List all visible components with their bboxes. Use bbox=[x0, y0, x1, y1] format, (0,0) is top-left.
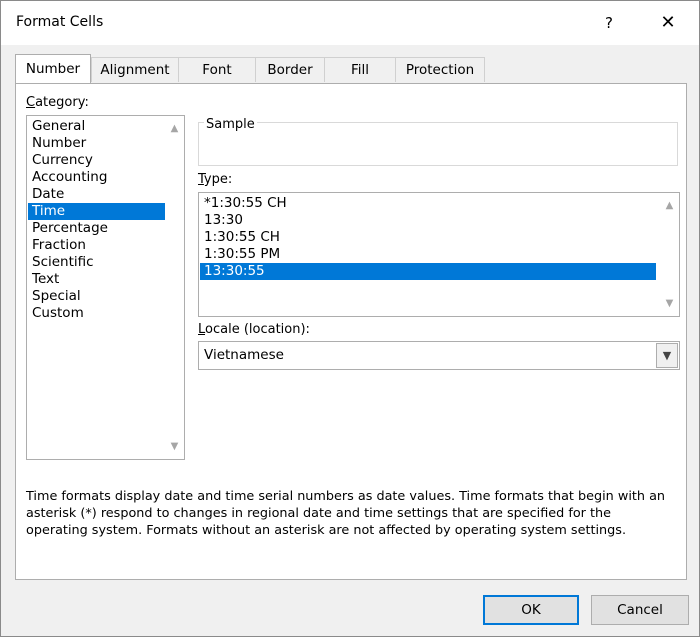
ok-button[interactable]: OK bbox=[483, 595, 579, 625]
locale-dropdown[interactable]: Vietnamese ▼ bbox=[198, 341, 680, 370]
sample-group bbox=[198, 122, 678, 166]
scroll-down-arrow-icon[interactable]: ▼ bbox=[661, 295, 678, 312]
category-item-date[interactable]: Date bbox=[28, 186, 165, 203]
category-item-special[interactable]: Special bbox=[28, 288, 165, 305]
help-button[interactable]: ? bbox=[593, 9, 625, 37]
type-item-selected[interactable]: 13:30:55 bbox=[200, 263, 656, 280]
category-item-text[interactable]: Text bbox=[28, 271, 165, 288]
category-item-general[interactable]: General bbox=[28, 118, 165, 135]
category-item-number[interactable]: Number bbox=[28, 135, 165, 152]
tab-number[interactable]: Number bbox=[15, 54, 91, 83]
chevron-down-icon[interactable]: ▼ bbox=[656, 343, 678, 368]
scroll-up-arrow-icon[interactable]: ▲ bbox=[661, 197, 678, 214]
category-item-fraction[interactable]: Fraction bbox=[28, 237, 165, 254]
format-cells-dialog: Format Cells ? ✕ Number Alignment Font B… bbox=[0, 0, 700, 637]
scroll-down-arrow-icon[interactable]: ▼ bbox=[166, 438, 183, 455]
type-scrollbar[interactable]: ▲ ▼ bbox=[661, 194, 678, 315]
type-item[interactable]: 1:30:55 PM bbox=[200, 246, 656, 263]
scroll-up-arrow-icon[interactable]: ▲ bbox=[166, 120, 183, 137]
locale-label: Locale (location): bbox=[198, 322, 310, 337]
tab-fill[interactable]: Fill bbox=[324, 57, 396, 82]
number-tab-panel: Category: General Number Currency Accoun… bbox=[15, 83, 687, 580]
title-bar: Format Cells ? ✕ bbox=[1, 1, 699, 45]
tab-font[interactable]: Font bbox=[178, 57, 256, 82]
category-item-percentage[interactable]: Percentage bbox=[28, 220, 165, 237]
dialog-title: Format Cells bbox=[16, 14, 104, 30]
tab-border[interactable]: Border bbox=[255, 57, 325, 82]
close-button[interactable]: ✕ bbox=[651, 9, 685, 37]
category-item-currency[interactable]: Currency bbox=[28, 152, 165, 169]
type-item[interactable]: 13:30 bbox=[200, 212, 656, 229]
category-scrollbar[interactable]: ▲ ▼ bbox=[166, 117, 183, 458]
format-description: Time formats display date and time seria… bbox=[26, 489, 666, 538]
category-item-custom[interactable]: Custom bbox=[28, 305, 165, 322]
cancel-button[interactable]: Cancel bbox=[591, 595, 689, 625]
category-list[interactable]: General Number Currency Accounting Date … bbox=[26, 115, 185, 460]
category-item-accounting[interactable]: Accounting bbox=[28, 169, 165, 186]
category-label: Category: bbox=[26, 95, 89, 110]
tab-alignment[interactable]: Alignment bbox=[91, 57, 179, 82]
type-list[interactable]: *1:30:55 CH 13:30 1:30:55 CH 1:30:55 PM … bbox=[198, 192, 680, 317]
type-label: Type: bbox=[198, 172, 233, 187]
locale-value: Vietnamese bbox=[204, 347, 284, 363]
type-item[interactable]: 1:30:55 CH bbox=[200, 229, 656, 246]
tab-protection[interactable]: Protection bbox=[395, 57, 485, 82]
type-item[interactable]: *1:30:55 CH bbox=[200, 195, 656, 212]
sample-label: Sample bbox=[204, 117, 257, 132]
category-item-scientific[interactable]: Scientific bbox=[28, 254, 165, 271]
category-item-time[interactable]: Time bbox=[28, 203, 165, 220]
